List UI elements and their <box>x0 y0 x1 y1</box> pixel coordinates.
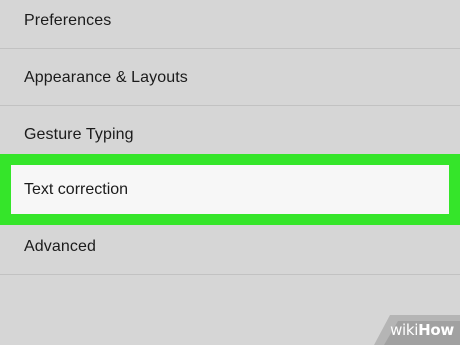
settings-item-label: Appearance & Layouts <box>24 68 188 86</box>
settings-item-text-correction[interactable]: Text correction <box>11 165 449 214</box>
settings-item-label: Text correction <box>24 180 129 198</box>
watermark-how: How <box>418 321 454 339</box>
divider <box>0 274 460 275</box>
settings-item-label: Advanced <box>24 237 96 255</box>
highlight-frame: Text correction <box>0 154 460 225</box>
settings-item-label: Gesture Typing <box>24 125 134 143</box>
settings-item-label: Preferences <box>24 11 112 29</box>
wikihow-watermark: wikiHow <box>360 311 460 345</box>
settings-item-preferences[interactable]: Preferences <box>0 0 460 49</box>
settings-item-advanced[interactable]: Advanced <box>0 218 460 275</box>
watermark-wiki: wiki <box>390 321 419 339</box>
settings-item-appearance-layouts[interactable]: Appearance & Layouts <box>0 49 460 106</box>
watermark-text: wikiHow <box>390 321 454 339</box>
